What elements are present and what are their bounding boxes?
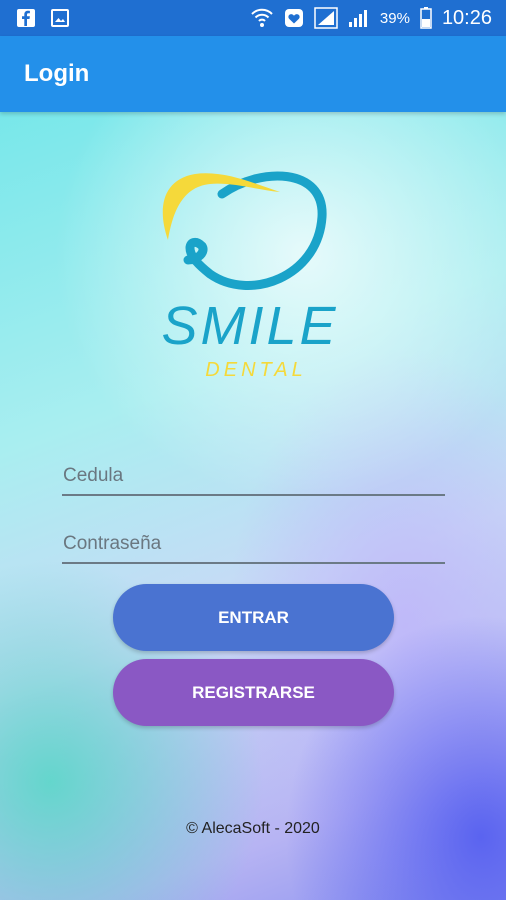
login-button[interactable]: ENTRAR [113,584,394,651]
cedula-field[interactable] [62,458,446,496]
password-input[interactable] [62,526,446,562]
cedula-input[interactable] [62,458,446,494]
wifi-icon [250,7,274,29]
status-bar: 39% 10:26 [0,0,506,36]
smile-dental-logo: SMILE DENTAL [161,171,338,381]
app-bar: Login [0,36,506,112]
status-bar-right: 39% 10:26 [250,7,492,30]
heart-notification-icon [284,8,304,28]
tooth-smile-curve [162,173,280,240]
gallery-icon [50,8,70,28]
logo-brand-subtitle: DENTAL [205,359,306,381]
copyright-footer: © AlecaSoft - 2020 [186,820,320,837]
battery-icon [420,7,432,29]
register-button[interactable]: REGISTRARSE [113,659,394,726]
battery-percent: 39% [379,9,410,27]
signal-icon [314,7,338,29]
logo-brand-name: SMILE [161,296,338,356]
password-field[interactable] [62,526,446,564]
signal-bars-icon [348,8,370,28]
facebook-icon [16,8,36,28]
login-screen: SMILE DENTAL ENTRAR REGISTRARSE © AlecaS… [0,112,506,900]
tooth-outline [183,171,327,290]
status-bar-left [16,8,70,28]
page-title: Login [24,60,90,87]
status-time: 10:26 [441,6,492,29]
